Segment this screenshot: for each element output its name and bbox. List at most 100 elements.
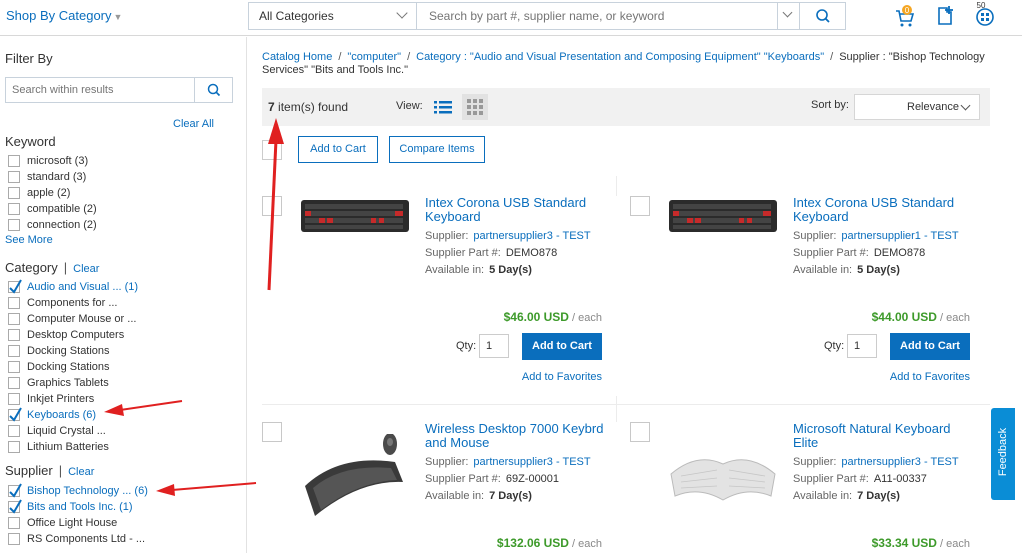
price-unit: / each [936,312,970,324]
view-label: View: [396,100,423,112]
add-document-icon [938,6,953,25]
breadcrumb-keyboards[interactable]: "Keyboards" [764,51,824,63]
availability-value: 5 Day(s) [857,264,900,276]
cart-icon: 0 [896,5,915,27]
keyword-filter-checkbox[interactable] [8,219,20,231]
category-filter-checkbox[interactable] [8,313,20,325]
price-unit: / each [568,312,602,324]
product-title-link[interactable]: Microsoft Natural Keyboard Elite [793,422,973,450]
add-to-favorites-link[interactable]: Add to Favorites [860,371,970,383]
search-within-button[interactable] [194,78,232,102]
category-filter-checkbox[interactable] [8,361,20,373]
supplier-filter-checkbox[interactable] [8,517,20,529]
keyboard-mouse-image[interactable] [299,434,411,520]
select-all-checkbox[interactable] [262,140,282,160]
keyword-filter-checkbox[interactable] [8,155,20,167]
category-filter-checkbox[interactable] [8,377,20,389]
keyword-filter-checkbox[interactable] [8,171,20,183]
keyboard-image[interactable] [667,196,779,268]
supplier-link[interactable]: partnersupplier3 - TEST [841,456,958,468]
keyword-filter-label: compatible (2) [27,203,97,215]
checkmark-icon [9,483,22,498]
category-filter-checkbox[interactable] [8,329,20,341]
product-price: $33.34 USD / each [793,536,970,550]
compare-items-button[interactable]: Compare Items [389,136,485,163]
grid-view-icon[interactable] [462,94,488,120]
supplier-link[interactable]: partnersupplier3 - TEST [473,230,590,242]
add-to-favorites-link[interactable]: Add to Favorites [492,371,602,383]
add-to-cart-button[interactable]: Add to Cart [522,333,602,360]
bulk-add-to-cart-button[interactable]: Add to Cart [298,136,378,163]
price-value: $46.00 USD [503,310,569,324]
category-clear-link[interactable]: Clear [73,263,99,275]
keyword-filter-checkbox[interactable] [8,203,20,215]
category-select[interactable]: All Categories [249,3,417,29]
part-label: Supplier Part #: [425,473,501,485]
supplier-clear-link[interactable]: Clear [68,466,94,478]
keyboard-image[interactable] [299,196,411,268]
product-part-number: Supplier Part #: DEMO878 [793,247,925,259]
category-section-title: Category [5,260,58,275]
category-filter-checkbox[interactable] [8,425,20,437]
results-count: 7 item(s) found [268,100,348,114]
ergonomic-keyboard-image[interactable] [667,434,779,514]
product-title-link[interactable]: Intex Corona USB Standard Keyboard [793,196,973,224]
search-within-input[interactable] [6,78,194,102]
category-filter-label: Desktop Computers [27,329,125,341]
supplier-filter-checkbox[interactable] [8,483,22,498]
supplier-filter-checkbox[interactable] [8,499,22,514]
supplier-link[interactable]: partnersupplier3 - TEST [473,456,590,468]
global-search: All Categories [248,2,846,30]
product-card: Intex Corona USB Standard Keyboard Suppl… [630,196,985,396]
breadcrumb-catalog-home[interactable]: Catalog Home [262,51,332,63]
category-filter-checkbox[interactable] [8,345,20,357]
category-filter-checkbox[interactable] [8,393,20,405]
product-checkbox[interactable] [262,196,282,216]
product-price: $44.00 USD / each [793,310,970,324]
availability-label: Available in: [793,264,853,276]
product-title-link[interactable]: Wireless Desktop 7000 Keybrd and Mouse [425,422,605,450]
breadcrumb-category[interactable]: Category : "Audio and Visual Presentatio… [416,51,761,63]
chevron-down-icon [396,7,408,19]
product-title-link[interactable]: Intex Corona USB Standard Keyboard [425,196,605,224]
supplier-link[interactable]: partnersupplier1 - TEST [841,230,958,242]
qty-input[interactable]: 1 [847,334,877,358]
clear-all-link[interactable]: Clear All [173,118,214,130]
product-part-number: Supplier Part #: DEMO878 [425,247,557,259]
category-filter-label: Audio and Visual ... (1) [27,281,139,293]
search-button[interactable] [799,3,845,29]
shop-by-category-menu[interactable]: Shop By Category ▼ [6,8,122,23]
category-filter-checkbox[interactable] [8,297,20,309]
part-label: Supplier Part #: [793,473,869,485]
grid-badge-icon: 50 [976,1,994,26]
supplier-filter-checkbox[interactable] [8,533,20,545]
part-value: 69Z-00001 [505,473,560,485]
cart-button[interactable]: 0 [892,4,916,28]
divider [262,404,990,405]
sort-select[interactable]: Relevance [854,94,980,120]
breadcrumb-query[interactable]: "computer" [347,51,401,63]
search-input[interactable] [417,3,779,29]
product-checkbox[interactable] [630,422,650,442]
category-filter-checkbox[interactable] [8,407,22,422]
qty-input[interactable]: 1 [479,334,509,358]
product-checkbox[interactable] [630,196,650,216]
add-to-cart-button[interactable]: Add to Cart [890,333,970,360]
search-options-dropdown[interactable] [777,3,799,29]
category-filter-checkbox[interactable] [8,279,22,294]
see-more-link[interactable]: See More [5,234,53,246]
breadcrumb-separator: / [338,51,342,63]
catalog-button[interactable]: 50 [972,0,996,26]
category-filter-label: Inkjet Printers [27,393,95,405]
part-value: DEMO878 [873,247,926,259]
feedback-tab[interactable]: Feedback [991,408,1015,500]
list-view-icon[interactable] [434,99,452,115]
part-label: Supplier Part #: [793,247,869,259]
product-part-number: Supplier Part #: 69Z-00001 [425,473,559,485]
category-filter-label: Docking Stations [27,361,110,373]
availability-label: Available in: [425,264,485,276]
category-filter-checkbox[interactable] [8,441,20,453]
keyword-filter-checkbox[interactable] [8,187,20,199]
add-request-button[interactable] [933,4,957,28]
product-checkbox[interactable] [262,422,282,442]
